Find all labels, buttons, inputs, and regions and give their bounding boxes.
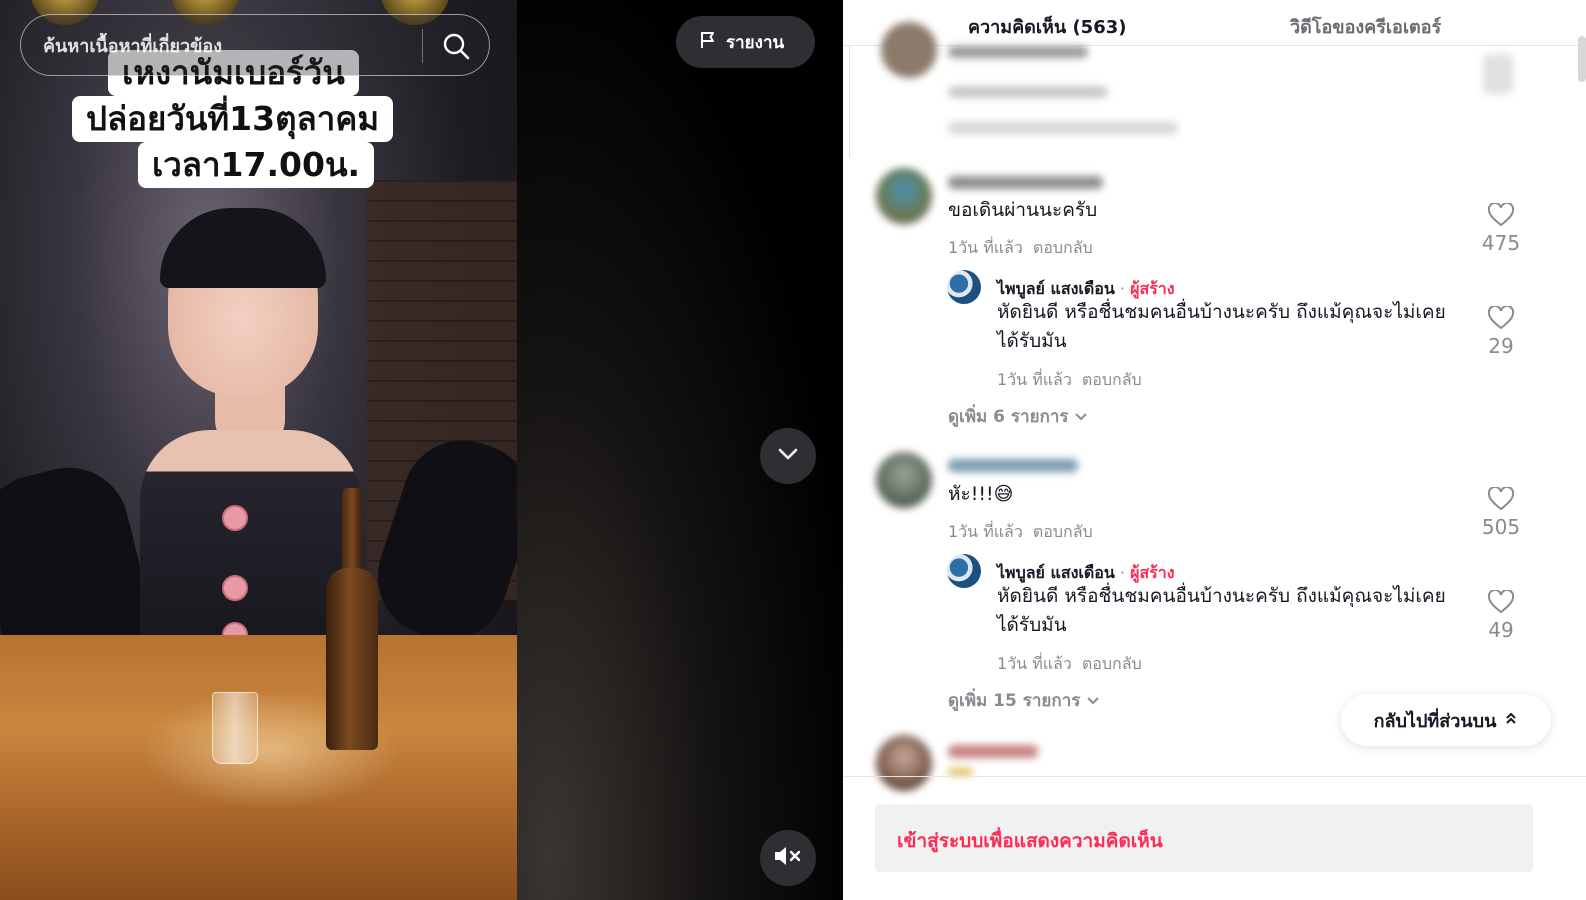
shot-glass bbox=[212, 692, 258, 764]
creator-username[interactable]: ไพบูลย์ แสงเดือน bbox=[997, 279, 1115, 298]
view-more-replies[interactable]: ดูเพิ่ม 6 รายการ bbox=[948, 403, 1088, 430]
reply-meta: 1วัน ที่แล้ว ตอบกลับ bbox=[997, 368, 1142, 393]
heart-icon bbox=[1476, 487, 1526, 511]
search-icon[interactable] bbox=[441, 31, 471, 61]
footer-divider bbox=[843, 776, 1586, 777]
video-frame[interactable]: เหงานัมเบอร์วัน ปล่อยวันที่13ตุลาคม เวลา… bbox=[0, 0, 517, 900]
chevron-down-icon bbox=[1086, 691, 1100, 711]
tab-creator-videos[interactable]: วิดีโอของครีเอเตอร์ bbox=[1290, 12, 1441, 41]
reply-time: 1วัน ที่แล้ว bbox=[997, 654, 1072, 673]
creator-badge: ผู้สร้าง bbox=[1130, 563, 1175, 582]
back-to-top-button[interactable]: กลับไปที่ส่วนบน bbox=[1341, 694, 1551, 746]
like-button[interactable]: 29 bbox=[1476, 306, 1526, 358]
video-caption-line-2: ปล่อยวันที่13ตุลาคม bbox=[72, 96, 394, 142]
report-label: รายงาน bbox=[726, 32, 785, 53]
beer-bottle bbox=[326, 488, 378, 750]
chevron-down-icon bbox=[774, 440, 802, 473]
creator-avatar[interactable] bbox=[947, 270, 981, 304]
avatar[interactable] bbox=[876, 452, 932, 508]
reply-button[interactable]: ตอบกลับ bbox=[1082, 370, 1142, 389]
dress-rose bbox=[222, 505, 248, 531]
heart-icon bbox=[1476, 590, 1526, 614]
like-count: 505 bbox=[1481, 515, 1521, 539]
view-more-label: ดูเพิ่ม 6 รายการ bbox=[948, 407, 1069, 427]
comment-text: ขอเดินผ่านนะครับ bbox=[948, 199, 1098, 221]
like-count: 49 bbox=[1488, 618, 1514, 642]
blurred-comment bbox=[948, 768, 973, 776]
reply-button[interactable]: ตอบกลับ bbox=[1082, 654, 1142, 673]
blurred-username bbox=[948, 745, 1038, 758]
avatar bbox=[876, 735, 932, 791]
mute-button[interactable] bbox=[760, 830, 816, 886]
username-separator: · bbox=[1114, 279, 1131, 298]
login-prompt: เข้าสู่ระบบเพื่อแสดงความคิดเห็น bbox=[897, 830, 1163, 852]
video-area: เหงานัมเบอร์วัน ปล่อยวันที่13ตุลาคม เวลา… bbox=[0, 0, 843, 900]
reply-meta: 1วัน ที่แล้ว ตอบกลับ bbox=[997, 652, 1142, 677]
report-button[interactable]: รายงาน bbox=[676, 16, 815, 68]
creator-badge: ผู้สร้าง bbox=[1130, 279, 1175, 298]
reply-button[interactable]: ตอบกลับ bbox=[1033, 522, 1093, 541]
panel-divider bbox=[849, 46, 850, 158]
blurred-comment bbox=[948, 86, 1108, 98]
dress-rose bbox=[222, 575, 248, 601]
like-button[interactable]: 505 bbox=[1476, 487, 1526, 539]
video-caption-line-3: เวลา17.00น. bbox=[138, 142, 375, 188]
next-video-button[interactable] bbox=[760, 428, 816, 484]
login-to-comment-button[interactable]: เข้าสู่ระบบเพื่อแสดงความคิดเห็น bbox=[875, 804, 1533, 872]
blurred-username bbox=[948, 459, 1078, 472]
blurred-view-more bbox=[948, 122, 1178, 134]
heart-icon bbox=[1476, 306, 1526, 330]
comments-panel: ความคิดเห็น (563) วิดีโอของครีเอเตอร์ ขอ… bbox=[843, 0, 1586, 900]
blurred-like bbox=[1483, 54, 1513, 94]
reply-time: 1วัน ที่แล้ว bbox=[997, 370, 1072, 389]
creator-avatar[interactable] bbox=[947, 554, 981, 588]
tab-comments[interactable]: ความคิดเห็น (563) bbox=[968, 12, 1126, 41]
chevron-down-icon bbox=[1074, 407, 1088, 427]
avatar[interactable] bbox=[876, 168, 932, 224]
view-more-replies[interactable]: ดูเพิ่ม 15 รายการ bbox=[948, 687, 1100, 714]
like-count: 475 bbox=[1481, 231, 1521, 255]
like-button[interactable]: 49 bbox=[1476, 590, 1526, 642]
reply-text: หัดยินดี หรือชื่นชมคนอื่นบ้างนะครับ ถึงแ… bbox=[997, 585, 1446, 636]
like-count: 29 bbox=[1488, 334, 1514, 358]
search-input[interactable] bbox=[43, 33, 423, 59]
comment-meta: 1วัน ที่แล้ว ตอบกลับ bbox=[948, 236, 1093, 261]
person-hair bbox=[160, 208, 326, 288]
comment-time: 1วัน ที่แล้ว bbox=[948, 238, 1023, 257]
username-separator: · bbox=[1114, 563, 1131, 582]
avatar bbox=[881, 22, 937, 78]
blurred-username bbox=[948, 176, 1103, 189]
creator-username[interactable]: ไพบูลย์ แสงเดือน bbox=[997, 563, 1115, 582]
double-chevron-up-icon bbox=[1504, 710, 1518, 731]
flag-icon bbox=[698, 30, 718, 55]
comment-text: หัะ!!!😅 bbox=[948, 483, 1014, 505]
heart-icon bbox=[1476, 203, 1526, 227]
like-button[interactable]: 475 bbox=[1476, 203, 1526, 255]
reply-button[interactable]: ตอบกลับ bbox=[1033, 238, 1093, 257]
mute-icon bbox=[773, 844, 803, 873]
back-to-top-label: กลับไปที่ส่วนบน bbox=[1373, 710, 1497, 732]
scrollbar[interactable] bbox=[1578, 36, 1586, 82]
search-divider bbox=[422, 29, 423, 63]
comment-meta: 1วัน ที่แล้ว ตอบกลับ bbox=[948, 520, 1093, 545]
view-more-label: ดูเพิ่ม 15 รายการ bbox=[948, 691, 1081, 711]
reply-text: หัดยินดี หรือชื่นชมคนอื่นบ้างนะครับ ถึงแ… bbox=[997, 301, 1446, 352]
blurred-username bbox=[948, 46, 1088, 58]
comment-time: 1วัน ที่แล้ว bbox=[948, 522, 1023, 541]
panel-tabs: ความคิดเห็น (563) วิดีโอของครีเอเตอร์ bbox=[843, 0, 1586, 46]
search-bar bbox=[20, 14, 490, 76]
